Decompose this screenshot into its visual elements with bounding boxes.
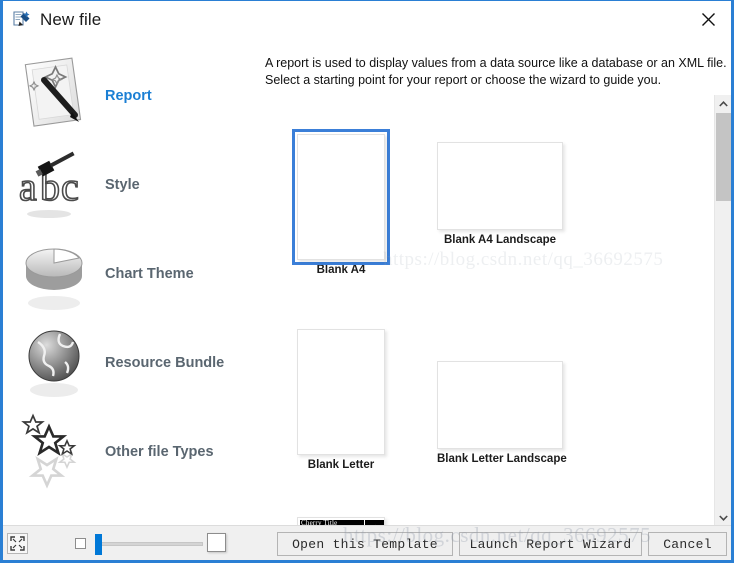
slider-handle[interactable] (95, 534, 102, 555)
template-thumbnail (297, 134, 385, 260)
template-panel: A report is used to display values from … (259, 39, 731, 526)
template-item-blank-a4-landscape[interactable]: Blank A4 Landscape (437, 142, 563, 246)
scroll-up-button[interactable] (715, 95, 731, 112)
large-thumbnail-icon (207, 533, 226, 552)
open-this-template-button[interactable]: Open this Template (277, 532, 453, 556)
scrollbar-thumb[interactable] (716, 113, 731, 201)
sidebar-item-label: Other file Types (105, 443, 214, 460)
panel-description: A report is used to display values from … (265, 55, 727, 89)
template-scrollbar[interactable] (714, 95, 731, 526)
sidebar-item-report[interactable]: Report (9, 51, 253, 140)
close-button[interactable] (686, 1, 731, 37)
template-caption: Blank A4 (316, 264, 366, 276)
cancel-button[interactable]: Cancel (648, 532, 727, 556)
template-thumbnail (437, 361, 563, 449)
template-item-blank-letter[interactable]: Blank Letter (297, 329, 385, 471)
template-caption: Blank Letter (307, 459, 375, 471)
small-thumbnail-icon (75, 538, 86, 549)
title-bar: New file (3, 1, 731, 39)
globe-icon (13, 320, 95, 406)
description-line-2: Select a starting point for your report … (265, 73, 662, 87)
new-file-dialog: New file Report a b c Style Chart Theme … (0, 0, 734, 563)
template-item-blank-a4[interactable]: Blank A4 (292, 129, 390, 276)
sidebar-item-resource-bundle[interactable]: Resource Bundle (9, 318, 253, 407)
page-title: New file (40, 10, 102, 29)
stars-icon (13, 409, 95, 495)
sidebar-item-label: Report (105, 87, 152, 104)
template-scroll-area[interactable]: Blank A4 Blank A4 Landscape Blank Letter… (259, 95, 731, 526)
slider-track[interactable] (95, 542, 203, 546)
report-wand-icon (13, 53, 95, 139)
chevron-down-icon (719, 514, 728, 521)
template-caption: Blank A4 Landscape (443, 234, 557, 246)
fit-to-size-icon[interactable] (7, 533, 28, 554)
template-thumbnail (297, 329, 385, 455)
pie-chart-icon (13, 231, 95, 317)
sidebar-item-style[interactable]: a b c Style (9, 140, 253, 229)
template-grid: Blank A4 Blank A4 Landscape Blank Letter… (259, 95, 707, 526)
style-brush-abc-icon: a b c (13, 142, 95, 228)
template-thumbnail (437, 142, 563, 230)
scroll-down-button[interactable] (715, 509, 731, 526)
category-sidebar: Report a b c Style Chart Theme Resource … (3, 39, 259, 526)
template-item-blank-letter-landscape[interactable]: Blank Letter Landscape (437, 361, 567, 465)
chevron-up-icon (719, 100, 728, 107)
thumbnail-size-slider[interactable] (71, 526, 231, 560)
description-line-1: A report is used to display values from … (265, 56, 727, 70)
close-icon (702, 12, 715, 26)
sidebar-item-label: Style (105, 176, 140, 193)
sidebar-item-label: Chart Theme (105, 265, 194, 282)
sidebar-item-chart-theme[interactable]: Chart Theme (9, 229, 253, 318)
sidebar-item-other-file-types[interactable]: Other file Types (9, 407, 253, 496)
template-caption: Blank Letter Landscape (437, 453, 567, 465)
svg-text:c: c (61, 164, 79, 209)
launch-report-wizard-button[interactable]: Launch Report Wizard (459, 532, 642, 556)
new-file-wizard-icon (11, 9, 33, 31)
bottom-toolbar: Open this Template Launch Report Wizard … (3, 525, 731, 560)
svg-text:a: a (19, 164, 37, 209)
sidebar-item-label: Resource Bundle (105, 354, 225, 371)
